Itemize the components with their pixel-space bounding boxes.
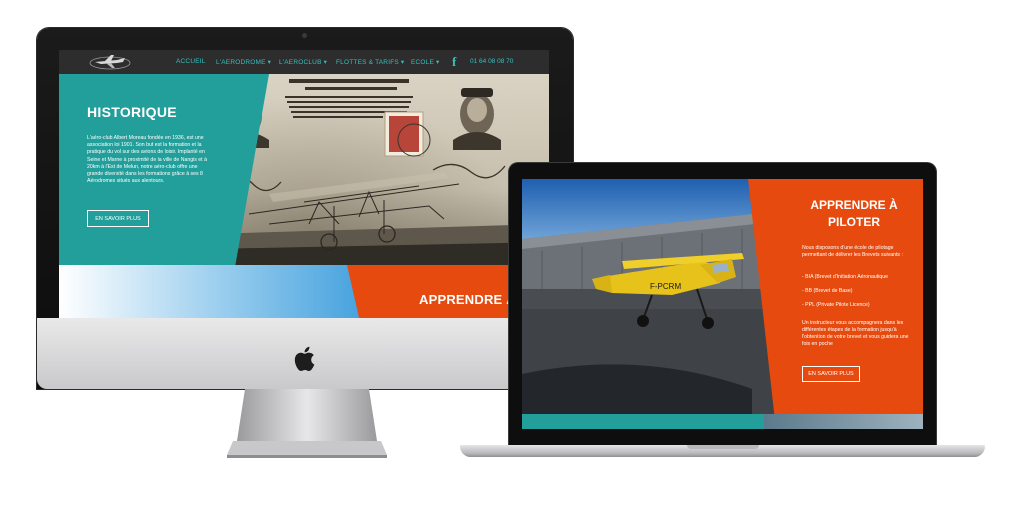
macbook-screen: F-PCRM APPRENDRE À PILOTER Nous disposon… — [522, 179, 923, 429]
apple-logo-icon — [294, 346, 315, 372]
nav-item-accueil[interactable]: ACCUEIL — [176, 58, 206, 65]
apprendre-outro: Un instructeur vous accompagnera dans le… — [802, 320, 909, 347]
nav-item-ecole[interactable]: ECOLE ▾ — [411, 58, 440, 66]
macbook-hinge-notch — [687, 445, 759, 449]
historique-text: L'aéro-club Albert Moreau fondée en 1936… — [87, 135, 207, 185]
nav-item-aeroclub[interactable]: L'AEROCLUB ▾ — [279, 58, 327, 66]
phone-number[interactable]: 01 64 08 08 70 — [470, 58, 513, 65]
historique-title: HISTORIQUE — [87, 104, 177, 120]
apprendre-title: APPRENDRE À PILOTER — [794, 197, 914, 231]
nav-item-aerodrome[interactable]: L'AERODROME ▾ — [216, 58, 271, 66]
aeroclub-logo-icon[interactable] — [87, 52, 133, 72]
en-savoir-plus-button[interactable]: EN SAVOIR PLUS — [802, 366, 860, 382]
facebook-icon[interactable]: f — [452, 54, 456, 70]
sky-footer-strip — [764, 414, 923, 429]
brevet-item-bia: - BIA (Brevet d'Initiation Aéronautique — [802, 274, 889, 280]
nav-item-flottes-tarifs[interactable]: FLOTTES & TARIFS ▾ — [336, 58, 404, 66]
teal-footer-strip — [522, 414, 764, 429]
apprendre-title-line2: PILOTER — [827, 215, 880, 229]
top-navigation-bar: ACCUEIL L'AERODROME ▾ L'AEROCLUB ▾ FLOTT… — [59, 50, 549, 74]
apprendre-title-line1: APPRENDRE À — [810, 198, 898, 212]
apprendre-title: APPRENDRE À — [419, 292, 516, 307]
svg-text:F-PCRM: F-PCRM — [650, 282, 681, 291]
en-savoir-plus-button[interactable]: EN SAVOIR PLUS — [87, 210, 149, 227]
camera-icon — [302, 33, 307, 38]
brevet-item-ppl: - PPL (Private Pilote Licence) — [802, 302, 870, 308]
brevet-item-bb: - BB (Brevet de Base) — [802, 288, 853, 294]
sky-gradient-section — [59, 265, 359, 318]
imac-screen: ACCUEIL L'AERODROME ▾ L'AEROCLUB ▾ FLOTT… — [59, 50, 549, 318]
apprendre-intro: Nous disposons d'une école de pilotage p… — [802, 245, 903, 258]
imac-stand — [227, 389, 387, 458]
